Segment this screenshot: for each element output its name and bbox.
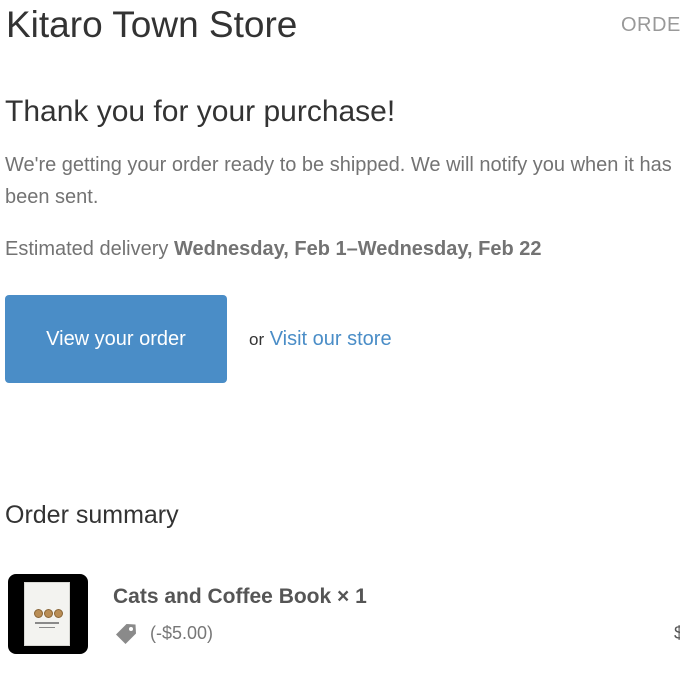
line-item-discount: (-$5.00) — [150, 623, 214, 643]
or-text: or — [249, 330, 265, 349]
view-order-button[interactable]: View your order — [5, 295, 227, 383]
estimated-delivery: Estimated delivery Wednesday, Feb 1–Wedn… — [5, 233, 542, 265]
order-summary-heading: Order summary — [5, 501, 179, 529]
coffee-cup-graphic — [34, 609, 43, 618]
line-item-price: $ — [674, 623, 680, 643]
tag-icon — [116, 624, 136, 644]
delivery-label: Estimated delivery — [5, 238, 169, 260]
alternate-action: or Visit our store — [249, 323, 392, 356]
coffee-cup-graphic — [44, 609, 53, 618]
visit-store-link[interactable]: Visit our store — [270, 328, 392, 350]
delivery-dates: Wednesday, Feb 1–Wednesday, Feb 22 — [173, 238, 542, 260]
cover-title-line — [35, 622, 59, 624]
store-name: Kitaro Town Store — [6, 4, 298, 45]
line-item-name: Cats and Coffee Book × 1 — [113, 585, 367, 608]
confirmation-heading: Thank you for your purchase! — [5, 95, 396, 128]
shipping-notice: We're getting your order ready to be shi… — [5, 154, 672, 208]
book-cover-image — [24, 582, 70, 646]
product-thumbnail — [8, 574, 88, 654]
coffee-cup-graphic — [54, 609, 63, 618]
cover-subtitle-line — [39, 627, 55, 628]
order-nav-link[interactable]: ORDER — [621, 12, 680, 38]
